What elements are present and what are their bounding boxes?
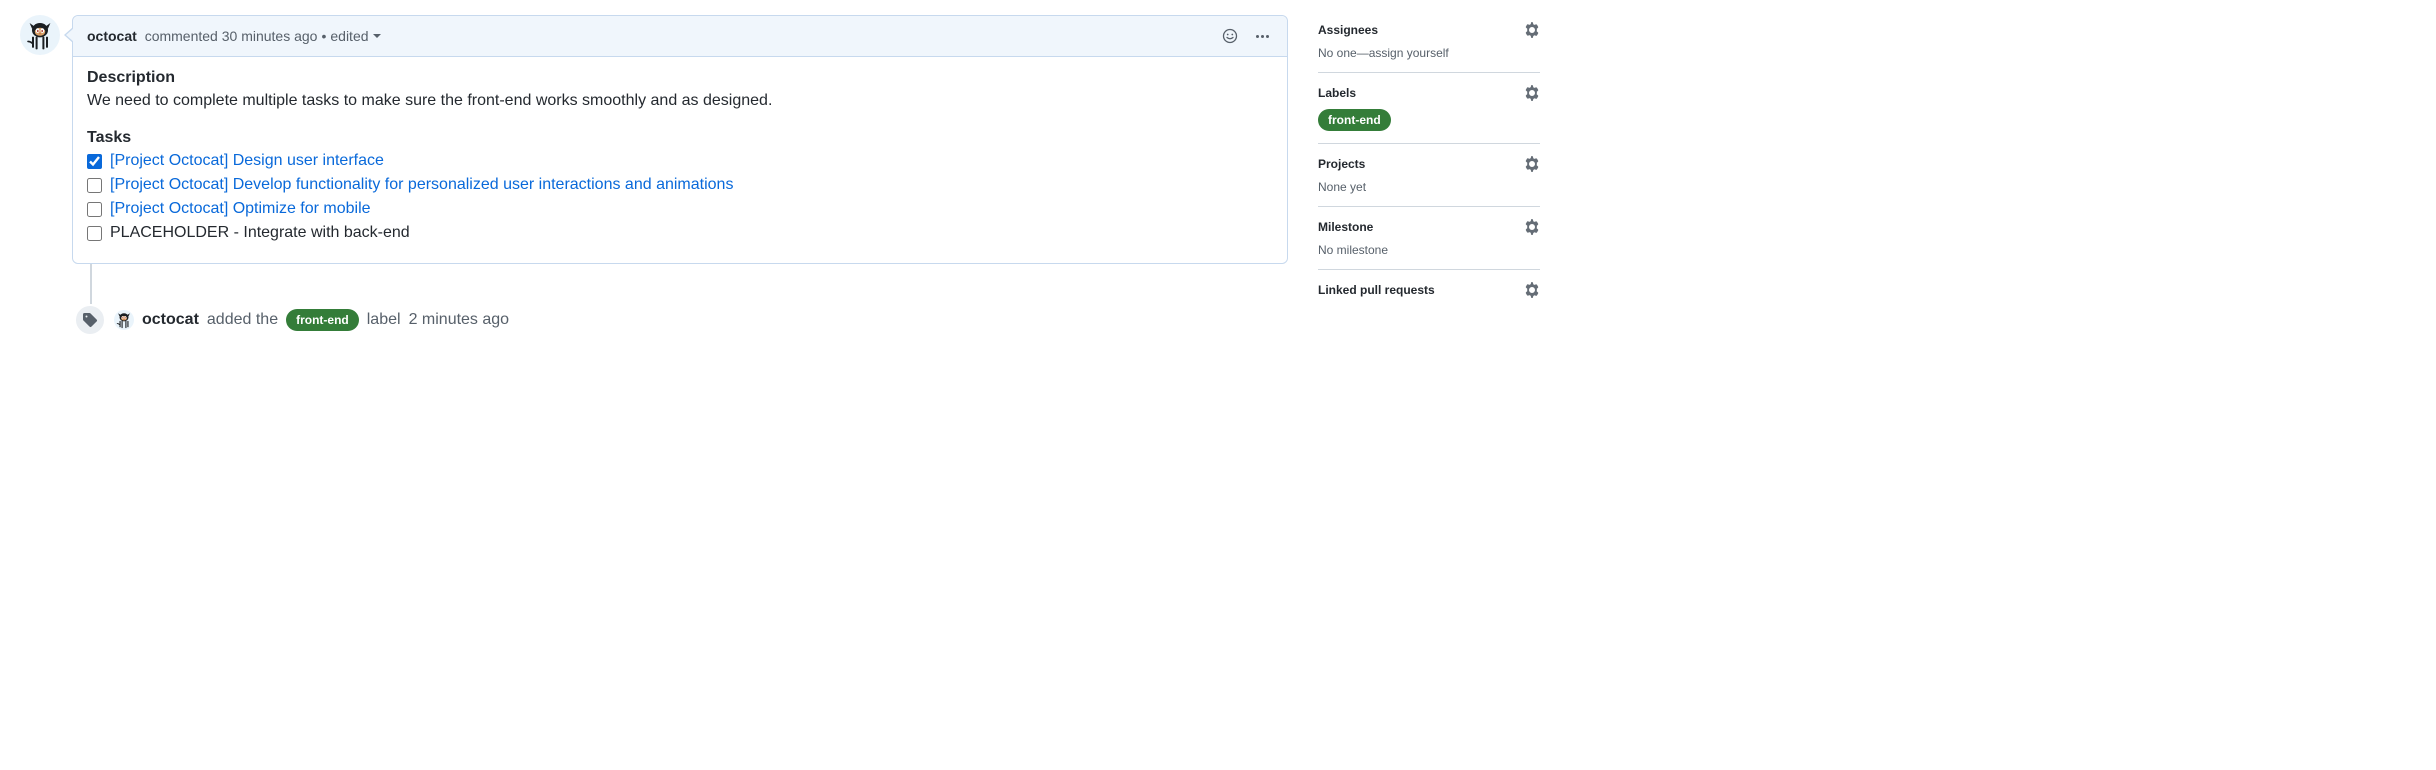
comment-menu-button[interactable] — [1252, 31, 1273, 42]
sidebar-assignees: Assignees No one—assign yourself — [1318, 22, 1540, 73]
description-text: We need to complete multiple tasks to ma… — [87, 89, 1273, 113]
task-item: [Project Octocat] Develop functionality … — [87, 173, 1273, 197]
caret-down-icon — [373, 34, 381, 38]
gear-icon — [1524, 22, 1540, 38]
projects-title: Projects — [1318, 157, 1365, 171]
timeline-timestamp[interactable]: 2 minutes ago — [409, 311, 510, 329]
comment-header: octocat commented 30 minutes ago • edite… — [73, 16, 1287, 57]
kebab-icon — [1256, 35, 1269, 38]
linked-prs-title: Linked pull requests — [1318, 283, 1435, 297]
assignees-title: Assignees — [1318, 23, 1378, 37]
sidebar-labels: Labels front-end — [1318, 73, 1540, 144]
task-checkbox[interactable] — [87, 154, 102, 169]
edited-indicator[interactable]: edited — [330, 28, 380, 44]
task-link[interactable]: [Project Octocat] Optimize for mobile — [110, 200, 371, 218]
gear-icon — [1524, 219, 1540, 235]
labels-gear-button[interactable] — [1524, 85, 1540, 101]
assignees-body: No one—assign yourself — [1318, 46, 1540, 60]
timeline-suffix: label — [367, 311, 401, 329]
linked-prs-gear-button[interactable] — [1524, 282, 1540, 298]
sidebar-milestone: Milestone No milestone — [1318, 207, 1540, 270]
milestone-body: No milestone — [1318, 243, 1540, 257]
comment-timestamp[interactable]: 30 minutes ago — [222, 28, 318, 44]
gear-icon — [1524, 85, 1540, 101]
label-pill-front-end[interactable]: front-end — [1318, 109, 1391, 131]
timeline-badge — [74, 304, 106, 336]
task-item: [Project Octocat] Optimize for mobile — [87, 197, 1273, 221]
timeline-avatar[interactable] — [114, 310, 134, 330]
timeline-prefix: added the — [207, 311, 278, 329]
smiley-icon — [1222, 28, 1238, 44]
comment-author[interactable]: octocat — [87, 28, 137, 44]
task-checkbox[interactable] — [87, 202, 102, 217]
comment-body: Description We need to complete multiple… — [73, 57, 1287, 263]
task-text: PLACEHOLDER - Integrate with back-end — [110, 224, 410, 242]
description-heading: Description — [87, 69, 1273, 87]
timeline-event-label-added: octocat added the front-end label 2 minu… — [76, 304, 1288, 336]
task-checkbox[interactable] — [87, 178, 102, 193]
timeline-label-pill[interactable]: front-end — [286, 309, 359, 331]
timeline-author[interactable]: octocat — [142, 311, 199, 329]
task-list: [Project Octocat] Design user interface [… — [87, 149, 1273, 245]
author-avatar[interactable] — [20, 15, 60, 55]
milestone-title: Milestone — [1318, 220, 1373, 234]
milestone-gear-button[interactable] — [1524, 219, 1540, 235]
add-reaction-button[interactable] — [1218, 24, 1242, 48]
task-checkbox[interactable] — [87, 226, 102, 241]
task-link[interactable]: [Project Octocat] Design user interface — [110, 152, 384, 170]
sidebar-projects: Projects None yet — [1318, 144, 1540, 207]
task-item: [Project Octocat] Design user interface — [87, 149, 1273, 173]
gear-icon — [1524, 156, 1540, 172]
comment-box: octocat commented 30 minutes ago • edite… — [72, 15, 1288, 264]
assignees-gear-button[interactable] — [1524, 22, 1540, 38]
task-link[interactable]: [Project Octocat] Develop functionality … — [110, 176, 733, 194]
projects-body: None yet — [1318, 180, 1540, 194]
tag-icon — [82, 312, 98, 328]
sidebar-linked-prs: Linked pull requests — [1318, 270, 1540, 298]
tasks-heading: Tasks — [87, 129, 1273, 147]
assign-yourself-link[interactable]: assign yourself — [1369, 46, 1449, 60]
labels-title: Labels — [1318, 86, 1356, 100]
task-item: PLACEHOLDER - Integrate with back-end — [87, 221, 1273, 245]
comment-action: commented 30 minutes ago — [141, 28, 318, 44]
timeline-connector — [90, 264, 1288, 304]
gear-icon — [1524, 282, 1540, 298]
projects-gear-button[interactable] — [1524, 156, 1540, 172]
